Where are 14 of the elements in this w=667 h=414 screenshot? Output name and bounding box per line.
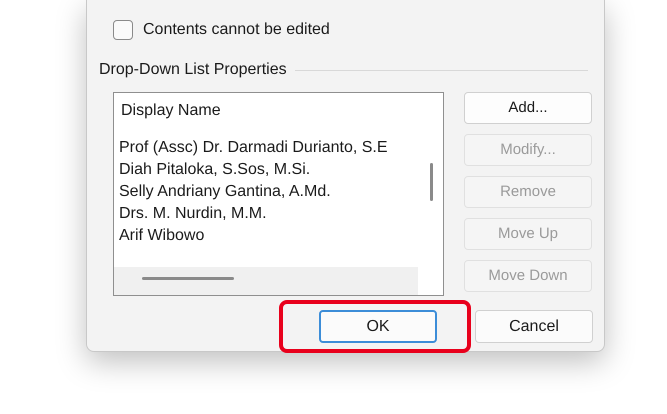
side-button[interactable]: Add... [464, 92, 592, 124]
dialog-button[interactable]: Cancel [475, 310, 593, 343]
column-header: Display Name [121, 101, 221, 121]
checkbox-label: Contents cannot be edited [143, 20, 330, 40]
list-item[interactable]: Arif Wibowo [119, 225, 388, 247]
list-item[interactable]: Selly Andriany Gantina, A.Md. [119, 181, 388, 203]
list-item[interactable]: Prof (Assc) Dr. Darmadi Durianto, S.E [119, 137, 388, 159]
list-item[interactable]: Drs. M. Nurdin, M.M. [119, 203, 388, 225]
list-item[interactable]: Diah Pitaloka, S.Sos, M.Si. [119, 159, 388, 181]
vertical-scrollbar-thumb[interactable] [430, 163, 433, 201]
group-title: Drop-Down List Properties [99, 60, 287, 80]
horizontal-scrollbar-thumb[interactable] [142, 277, 234, 280]
dialog-button[interactable]: OK [319, 310, 437, 343]
checkbox[interactable] [113, 20, 133, 40]
